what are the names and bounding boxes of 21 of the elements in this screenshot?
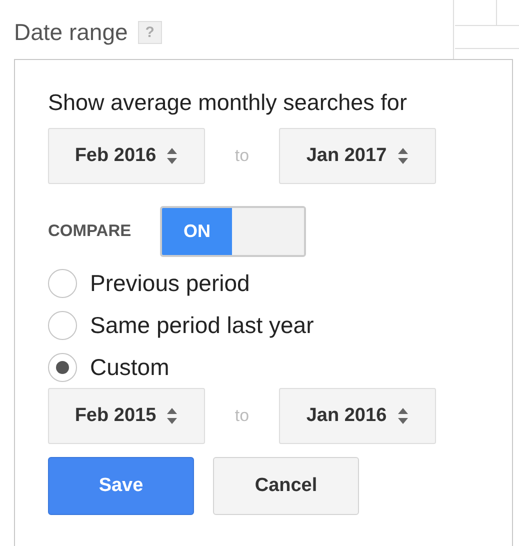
- month-select[interactable]: Feb 2016: [48, 128, 205, 184]
- radio-button[interactable]: [48, 311, 77, 340]
- option-label: Previous period: [90, 270, 250, 297]
- range-separator: to: [234, 406, 250, 426]
- month-select[interactable]: Jan 2016: [279, 388, 436, 444]
- sort-arrows-icon: [396, 407, 409, 425]
- option-label: Custom: [90, 354, 170, 381]
- range-separator: to: [234, 146, 250, 166]
- radio-button[interactable]: [48, 353, 77, 382]
- sort-arrows-icon: [166, 407, 178, 425]
- month-select[interactable]: Feb 2015: [48, 388, 205, 444]
- radio-button[interactable]: [48, 269, 77, 298]
- option-label: Same period last year: [90, 312, 314, 339]
- popup-heading: Show average monthly searches for: [48, 90, 408, 117]
- cancel-button[interactable]: Cancel: [213, 457, 359, 515]
- month-select[interactable]: Jan 2017: [279, 128, 436, 184]
- compare-label: COMPARE: [48, 222, 132, 241]
- sort-arrows-icon: [166, 147, 178, 165]
- sort-arrows-icon: [396, 147, 409, 165]
- section-title: Date range: [14, 18, 128, 46]
- save-button[interactable]: Save: [48, 457, 194, 515]
